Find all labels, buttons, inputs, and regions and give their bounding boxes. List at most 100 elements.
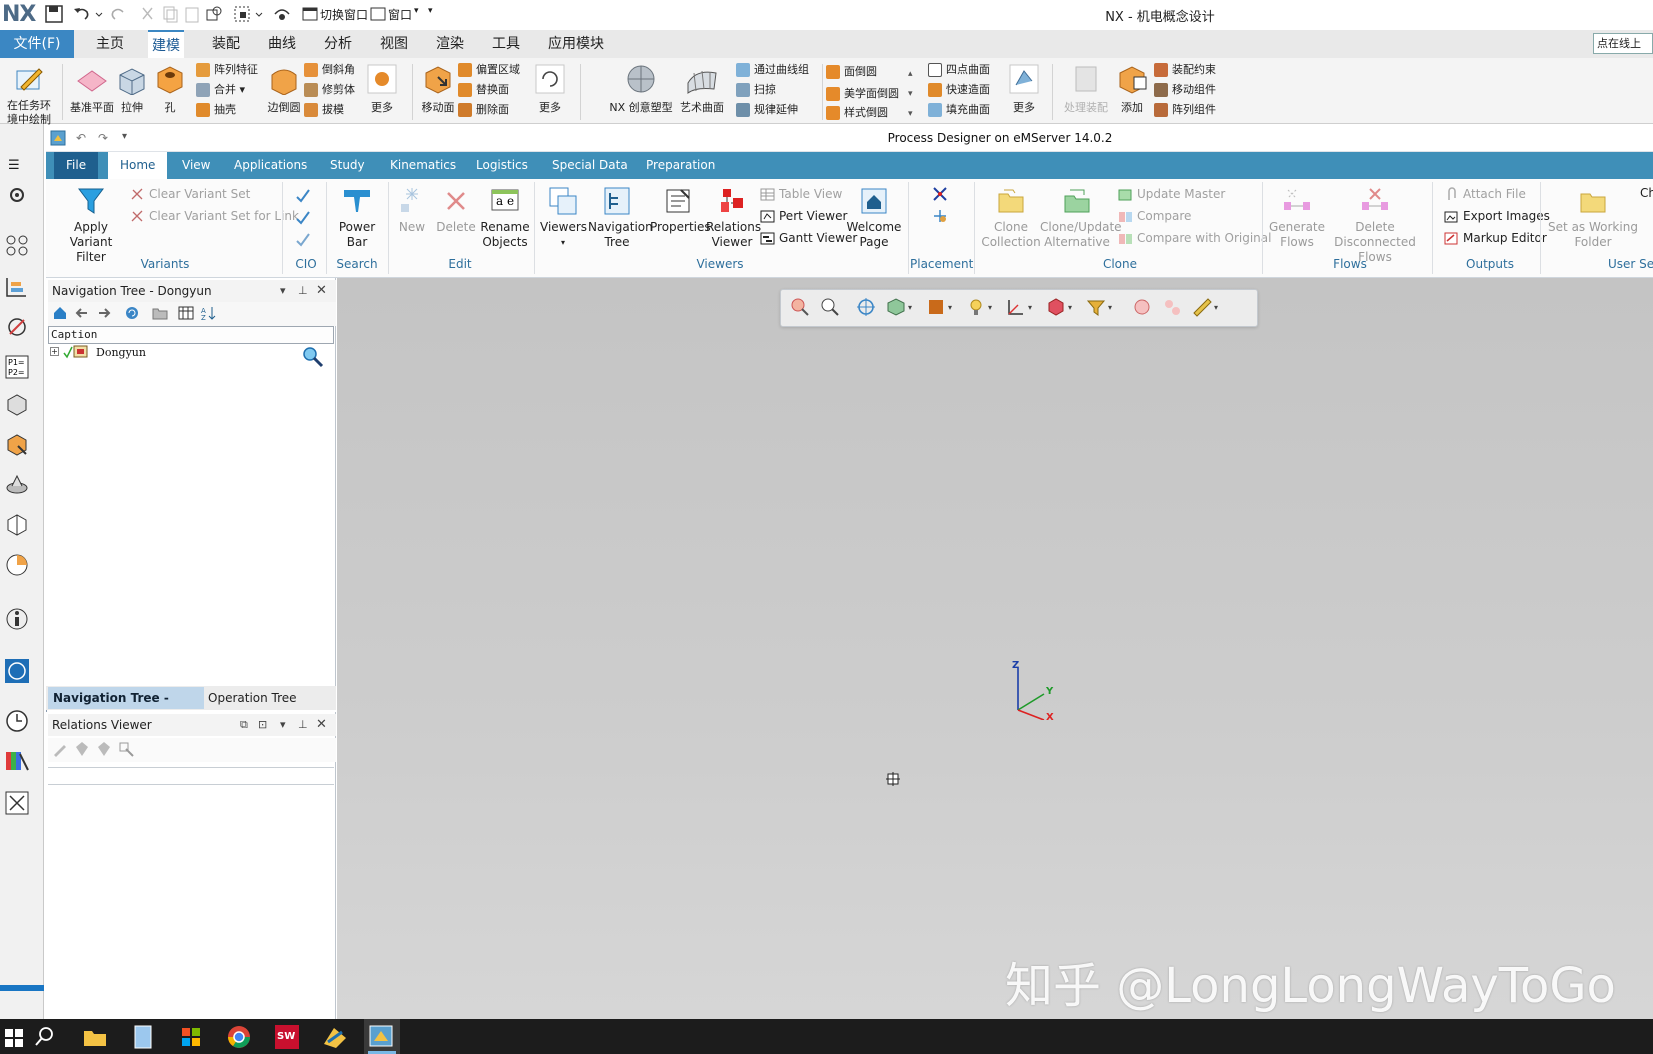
section-box-icon[interactable] [1046,297,1066,317]
notepad-icon[interactable] [130,1024,156,1050]
sort-icon[interactable]: AZ [200,305,216,321]
add-component-button[interactable]: 添加 [1110,60,1154,115]
info-icon[interactable] [4,606,30,632]
pattern-component-button[interactable]: 阵列组件 [1154,100,1216,120]
chrome-icon[interactable] [226,1024,252,1050]
selection-filter-icon[interactable] [1086,297,1106,317]
nx-command-finder[interactable]: 点在线上 [1593,33,1653,54]
pd-customize-icon[interactable]: ▾ [122,131,127,142]
zoom-to-fit-icon[interactable] [790,297,810,317]
runtime-inspector-icon[interactable] [4,392,30,418]
chevron-down-icon[interactable] [94,4,104,24]
nx-tab-view[interactable]: 视图 [376,30,412,58]
unite-button[interactable]: 合并 ▾ [196,80,245,100]
delete-face-button[interactable]: 删除面 [458,100,509,120]
studio-surface-button[interactable]: 艺术曲面 [676,60,728,115]
pert-viewer-button[interactable]: Pert Viewer [760,206,847,226]
gantt-viewer-button[interactable]: Gantt Viewer [760,228,857,248]
clone-update-alternative-button[interactable]: Clone/Update Alternative [1040,184,1122,250]
welcome-page-button[interactable]: Welcome Page [846,184,902,250]
more-button-2[interactable]: 更多 [528,60,572,115]
pd-tab-kinematics[interactable]: Kinematics [378,152,468,179]
panel-menu-icon[interactable]: ▾ [280,718,286,731]
four-point-surface-button[interactable]: 四点曲面 [928,60,990,80]
web-browser-icon[interactable] [4,658,30,684]
rename-objects-button[interactable]: a e Rename Objects [480,184,530,250]
paste-icon[interactable] [182,4,202,24]
assembly-constraints-button[interactable]: 装配约束 [1154,60,1216,80]
float-icon[interactable]: ⧉ [240,718,248,732]
table-view-button[interactable]: Table View [760,184,842,204]
chevron-down-icon[interactable]: ▾ [908,303,912,312]
nx-tab-analysis[interactable]: 分析 [320,30,356,58]
shell-button[interactable]: 抽壳 [196,100,236,120]
sweep-button[interactable]: 扫掠 [736,80,776,100]
sketch-in-task-button[interactable]: 在任务环境中绘制 [2,60,56,129]
through-curve-mesh-button[interactable]: 通过曲线组 [736,60,809,80]
switch-window-label[interactable]: 切换窗口 [320,6,368,23]
apply-variant-filter-button[interactable]: Apply Variant Filter [54,184,128,265]
find-icon[interactable] [302,346,324,368]
history-icon[interactable] [4,512,30,538]
solidworks-icon[interactable]: SW [274,1024,300,1050]
nx-tab-tools[interactable]: 工具 [488,30,524,58]
open-folder-icon[interactable] [152,305,168,321]
process-designer-taskbar-icon[interactable] [364,1019,400,1054]
assembly-navigator-icon[interactable] [4,232,30,258]
nx-tab-applications[interactable]: 应用模块 [544,30,608,58]
relation-filter-icon[interactable] [118,741,134,757]
face-blend-button[interactable]: 面倒圆 [826,62,877,82]
chamfer-button[interactable]: 倒斜角 [304,60,355,80]
pd-tab-special-data[interactable]: Special Data [540,152,640,179]
offset-region-button[interactable]: 偏置区域 [458,60,520,80]
pd-tab-home[interactable]: Home [108,152,168,179]
move-component-button[interactable]: 移动组件 [1154,80,1216,100]
cut-icon[interactable] [138,4,158,24]
select-filter-icon[interactable] [232,4,252,24]
nx-tab-render[interactable]: 渲染 [432,30,468,58]
clear-variant-set-link-button[interactable]: Clear Variant Set for Link [130,206,299,226]
attach-file-button[interactable]: Attach File [1444,184,1526,204]
set-as-working-folder-button[interactable]: Set as Working Folder [1546,184,1640,250]
hide-icon[interactable] [1132,297,1152,317]
aesthetic-face-blend-button[interactable]: 美学面倒圆 [826,84,899,104]
panel-menu-icon[interactable]: ▾ [280,284,286,297]
more-button-1[interactable]: 更多 [360,60,404,115]
compare-with-original-button[interactable]: Compare with Original [1118,228,1271,248]
copy-icon[interactable] [160,4,180,24]
pd-tab-applications[interactable]: Applications [222,152,319,179]
chevron-down-icon[interactable]: ▾ [988,303,992,312]
sequence-editor-icon[interactable] [4,432,30,458]
store-icon[interactable] [178,1024,204,1050]
properties-button[interactable]: Properties [650,184,711,235]
pd-tab-logistics[interactable]: Logistics [464,152,540,179]
p1-p2-icon[interactable]: P1= P2= [4,354,30,380]
law-extension-button[interactable]: 规律延伸 [736,100,798,120]
generate-flows-button[interactable]: Generate Flows [1268,184,1326,250]
search-icon[interactable] [32,1024,58,1050]
repeat-command-icon[interactable] [272,4,292,24]
remove-relation-icon[interactable] [96,741,112,757]
file-explorer-icon[interactable] [82,1024,108,1050]
datum-plane-button[interactable]: 基准平面 [66,60,118,115]
update-master-button[interactable]: Update Master [1118,184,1225,204]
nx-realize-shape-button[interactable]: NX 创意塑型 [608,60,674,115]
light-icon[interactable] [966,297,986,317]
export-images-button[interactable]: Export Images [1444,206,1550,226]
redo-icon[interactable] [108,4,128,24]
add-relation-icon[interactable] [74,741,90,757]
save-icon[interactable] [44,4,64,24]
draft-button[interactable]: 拔模 [304,100,344,120]
back-icon[interactable] [74,305,90,321]
clear-variant-set-button[interactable]: Clear Variant Set [130,184,250,204]
close-icon[interactable]: ✕ [316,283,327,298]
cio-check-out-icon[interactable] [295,209,311,225]
expand-toggle-icon[interactable]: + [50,347,59,356]
edit-relation-icon[interactable] [52,741,68,757]
forward-icon[interactable] [96,305,112,321]
pattern-feature-button[interactable]: 阵列特征 [196,60,258,80]
fill-surface-button[interactable]: 填充曲面 [928,100,990,120]
zoom-icon[interactable] [820,297,840,317]
part-navigator-icon[interactable] [4,274,30,300]
pd-tab-view[interactable]: View [170,152,222,179]
